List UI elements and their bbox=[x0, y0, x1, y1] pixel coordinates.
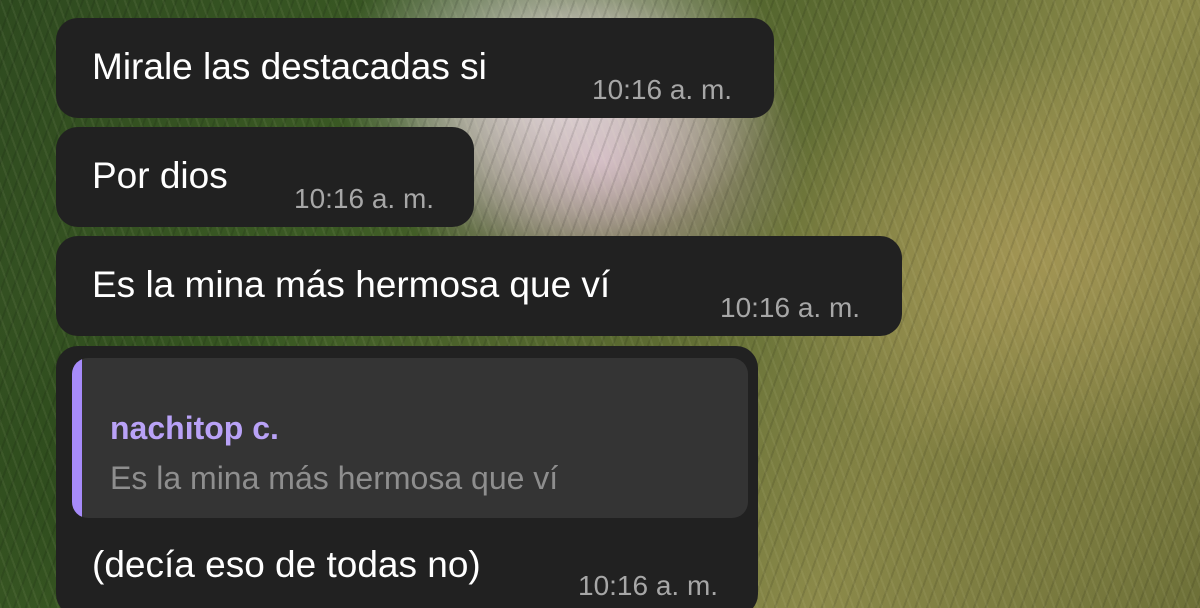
message-text: Por dios bbox=[92, 155, 228, 196]
message-text: Es la mina más hermosa que ví bbox=[92, 264, 611, 305]
reply-message-bubble[interactable]: nachitop c. Es la mina más hermosa que v… bbox=[56, 346, 758, 608]
quoted-reply[interactable]: nachitop c. Es la mina más hermosa que v… bbox=[72, 358, 748, 518]
message-timestamp: 10:16 a. m. bbox=[294, 183, 435, 214]
chat-view: Mirale las destacadas si 10:16 a. m. Por… bbox=[0, 0, 1200, 608]
message-bubble[interactable]: Mirale las destacadas si 10:16 a. m. bbox=[56, 18, 774, 118]
message-bubble[interactable]: Es la mina más hermosa que ví 10:16 a. m… bbox=[56, 236, 902, 336]
message-timestamp: 10:16 a. m. bbox=[720, 292, 861, 323]
message-timestamp: 10:16 a. m. bbox=[578, 570, 719, 601]
reply-text: Es la mina más hermosa que ví bbox=[110, 460, 559, 496]
message-text: Mirale las destacadas si bbox=[92, 46, 487, 87]
message-bubble[interactable]: Por dios 10:16 a. m. bbox=[56, 127, 474, 227]
message-timestamp: 10:16 a. m. bbox=[592, 74, 733, 105]
reply-author: nachitop c. bbox=[110, 410, 279, 446]
reply-accent-bar bbox=[72, 358, 82, 518]
message-text: (decía eso de todas no) bbox=[92, 544, 481, 585]
